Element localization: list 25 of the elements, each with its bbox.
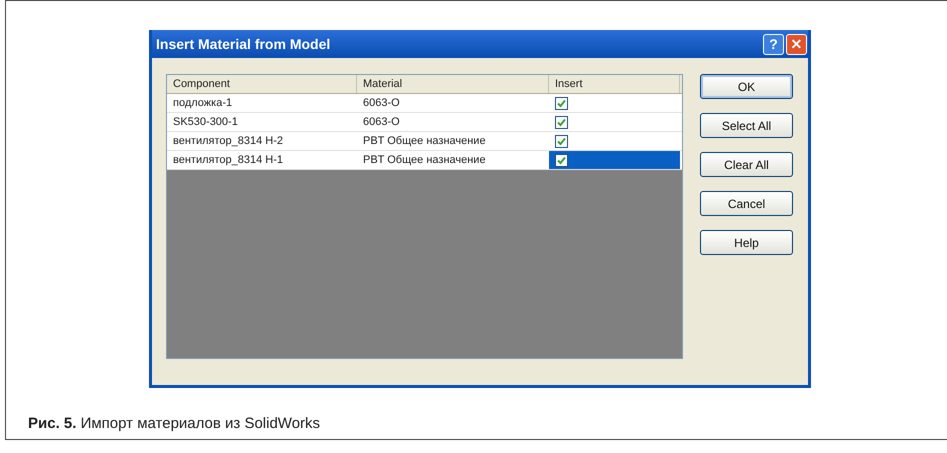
table-cell-text: SK530-300-1 [172, 115, 239, 130]
table-cell-text: 6063-O [362, 115, 401, 130]
table-cell-text: PBT Общее назначение [362, 153, 487, 168]
dialog-button[interactable]: Help [700, 230, 793, 255]
insert-cell[interactable] [549, 151, 680, 169]
table-cell-text: подложка-1 [172, 96, 234, 111]
column-header[interactable]: Insert [549, 75, 680, 93]
column-header[interactable]: Material [357, 75, 549, 93]
table-cell-text: вентилятор_8314 H-2 [172, 134, 284, 149]
dialog-button[interactable]: Clear All [700, 152, 793, 177]
help-button[interactable]: ? [763, 34, 784, 54]
table-cell-text: PBT Общее назначение [362, 134, 487, 149]
close-button[interactable]: ✕ [786, 34, 807, 54]
dialog-button[interactable]: OK [700, 74, 793, 99]
window-title: Insert Material from Model [155, 36, 330, 52]
checkbox[interactable] [555, 134, 568, 148]
checkbox[interactable] [555, 154, 568, 167]
dialog-button[interactable]: Cancel [700, 191, 793, 216]
column-header[interactable]: Component [167, 75, 357, 93]
dialog-button[interactable]: Select All [700, 113, 793, 138]
checkbox[interactable] [555, 96, 568, 110]
figure-caption: Рис. 5. Импорт материалов из SolidWorks [28, 415, 322, 432]
table-cell-text: 6063-O [362, 96, 401, 111]
table-cell-text: вентилятор_8314 H-1 [172, 153, 284, 168]
checkbox[interactable] [555, 116, 568, 129]
